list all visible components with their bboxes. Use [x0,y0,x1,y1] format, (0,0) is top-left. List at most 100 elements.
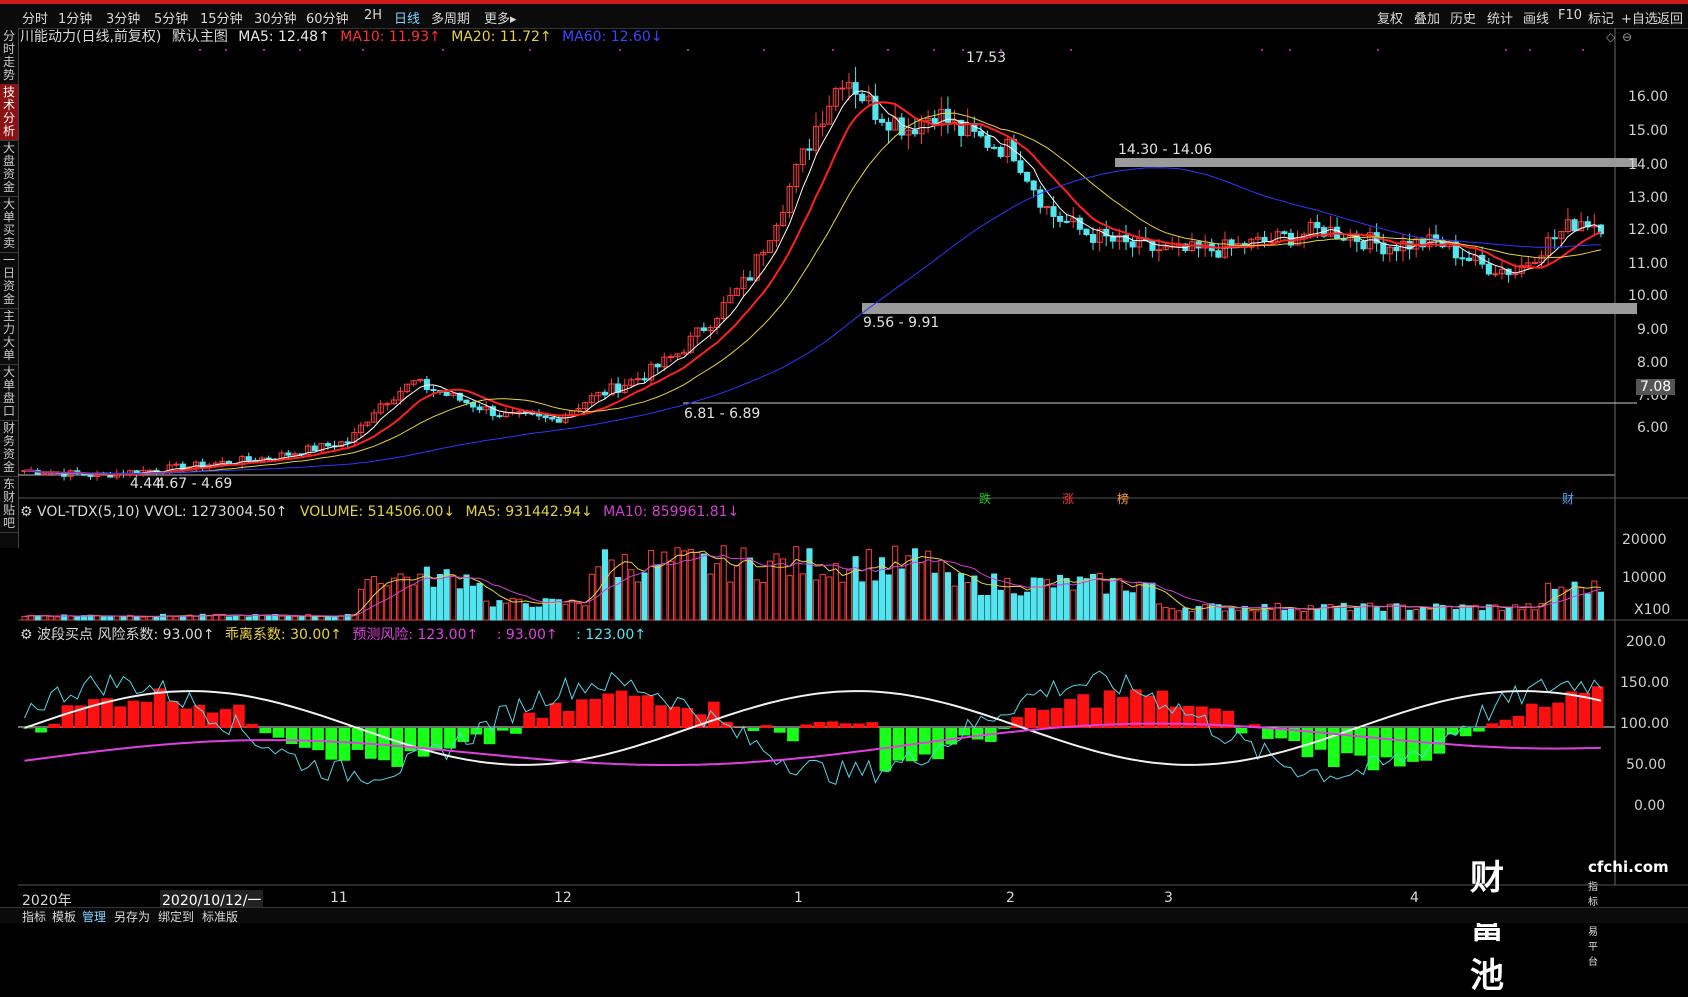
tab-indicator[interactable]: 指标 [22,908,46,925]
volume-bar [642,573,647,620]
volume-bar [1552,589,1557,620]
event-dot [199,49,201,51]
volume-bar [358,589,363,620]
volume-bar [1506,608,1511,620]
tab-template[interactable]: 模板 [52,908,76,925]
candle-body [1341,239,1346,240]
indicator-bar [391,728,403,767]
indicator-bar [998,728,1010,729]
event-marker-list[interactable]: 榜 [1117,490,1129,507]
volume-bar [200,614,205,620]
kline-chart[interactable] [0,0,1688,922]
candle-body [1486,264,1491,274]
candle-body [945,109,950,122]
candle-body [701,328,706,331]
vol-ma10: MA10: 859961.81↓ [603,504,739,520]
candle-body [246,457,251,461]
volume-bar [827,577,832,620]
event-dot [299,49,301,51]
indicator-bar [339,728,351,761]
indicator-bar [154,688,166,728]
indicator-bar [259,728,271,733]
ind-tick: 0.00 [1634,798,1665,814]
volume-bar [471,586,476,620]
candle-body [286,453,291,455]
volume-bar [431,587,436,620]
gear-icon[interactable]: ⚙ [20,627,33,643]
event-marker-rise[interactable]: 涨 [1062,490,1074,507]
volume-bar [536,607,541,620]
volume-bar [932,573,937,620]
candle-body [385,404,390,405]
volume-bar [1018,596,1023,620]
volume-bar [523,604,528,620]
chart-mode[interactable]: 默认主图 [172,29,228,45]
event-dot [832,49,834,51]
indicator-bar [286,728,298,744]
annotation-zone1: 14.30 - 14.06 [1118,142,1212,158]
volume-legend: ⚙ VOL-TDX(5,10) VVOL: 1273004.50↑ VOLUME… [20,504,739,520]
tab-standard[interactable]: 标准版 [202,908,238,925]
event-dot [887,49,889,51]
indicator-bar [1064,699,1076,728]
indicator-bar [616,691,628,728]
indicator-bar [523,713,535,728]
volume-bar [319,616,324,620]
x-label: 1 [794,890,803,906]
candle-body [444,392,449,395]
volume-bar [853,557,858,620]
volume-bar [734,566,739,620]
indicator-bar [1130,689,1142,728]
candle-body [985,136,990,147]
volume-bar [1315,609,1320,620]
event-marker-finance[interactable]: 财 [1562,490,1574,507]
event-dot [933,49,935,51]
event-dot [619,49,621,51]
current-price-tag: 7.08 [1636,379,1675,395]
volume-bar [1117,579,1122,620]
volume-bar [1282,610,1287,620]
indicator-bar [299,728,311,748]
tab-save-as[interactable]: 另存为 [114,908,150,925]
volume-bar [1532,610,1537,620]
candle-body [1084,229,1089,234]
indicator-bar [563,711,575,728]
indicator-bar [1420,728,1432,761]
event-marker-fall[interactable]: 跌 [979,490,991,507]
volume-bar [1473,605,1478,620]
minimize-icon[interactable]: ⊖ [1622,30,1632,44]
gear-icon[interactable]: ⚙ [20,504,33,520]
candle-body [1091,235,1096,243]
vol-ma5: MA5: 931442.94↓ [466,504,593,520]
indicator-bar [1368,728,1380,770]
volume-bar [1348,611,1353,620]
annotation-zone3: 6.81 - 6.89 [684,406,760,422]
volume-bar [899,569,904,620]
indicator-bar [655,705,667,728]
vol-title: VOL-TDX(5,10) VVOL: 1273004.50↑ [37,504,287,520]
volume-bar [701,554,706,620]
x-label: 3 [1164,890,1173,906]
volume-bar [695,553,700,620]
candle-body [1262,237,1267,241]
candle-body [1044,207,1049,208]
volume-bar [286,616,291,620]
volume-bar [1011,594,1016,620]
volume-bar [391,578,396,620]
indicator-bar [1104,690,1116,728]
settings-icon[interactable]: ◇ [1606,30,1615,44]
volume-bar [668,561,673,620]
volume-bar [134,617,139,620]
indicator-bar [1381,728,1393,757]
vol-tick: 10000 [1622,570,1667,586]
volume-bar [959,574,964,620]
tab-bind-to[interactable]: 绑定到 [158,908,194,925]
volume-bar [985,596,990,620]
volume-bar [635,582,640,620]
indicator-bar [1526,704,1538,728]
volume-bar [75,617,80,620]
candle-body [477,407,482,410]
tab-manage[interactable]: 管理 [82,908,106,925]
volume-bar [1222,611,1227,620]
indicator-bar [325,728,337,760]
